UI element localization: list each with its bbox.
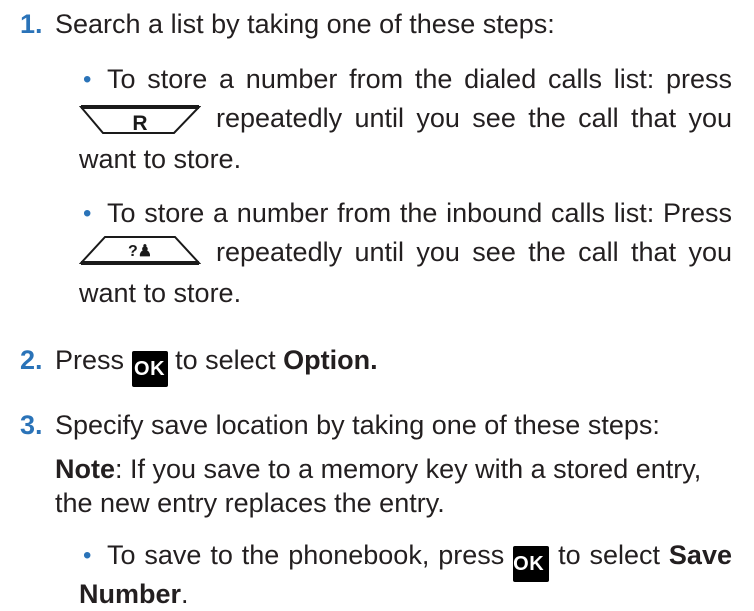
- bullet-1-2-line-2: repeatedly until you see the call that y…: [216, 237, 732, 267]
- step-number-1: 1.: [20, 9, 43, 39]
- bullet-1-2-line-1: To store a number from the inbound calls…: [107, 198, 732, 228]
- bullet-3-1-bold-2: Number: [79, 579, 182, 609]
- caller-id-key-glyph: ?♟: [128, 243, 152, 260]
- bullet-1-1-line-3: want to store.: [79, 144, 242, 174]
- bullet-1-1-line-1: To store a number from the dialed calls …: [107, 64, 732, 94]
- redial-key-label: R: [132, 112, 147, 135]
- ok-key-icon: OK: [131, 351, 168, 387]
- step-number-3: 3.: [20, 410, 43, 440]
- step-2-pre: Press: [55, 345, 125, 375]
- note-text-1: : If you save to a memory key with a sto…: [115, 454, 702, 484]
- step-2-mid: to select: [175, 345, 276, 375]
- bullet-dot: •: [83, 200, 92, 227]
- step-2-bold: Option.: [283, 345, 378, 375]
- step-3-text: Specify save location by taking one of t…: [55, 410, 660, 440]
- bullet-dot: •: [83, 66, 92, 93]
- step-1-text: Search a list by taking one of these ste…: [55, 9, 555, 39]
- bullet-3-1-pre: To save to the phonebook, press: [107, 540, 505, 570]
- step-number-2: 2.: [20, 345, 43, 375]
- bullet-3-1-end: .: [181, 579, 189, 609]
- bullet-3-1-bold-1: Save: [668, 540, 732, 570]
- note-line-2: the new entry replaces the entry.: [55, 488, 445, 518]
- note-label: Note: [55, 454, 115, 484]
- step-2-text: Press OK to select Option.: [55, 343, 378, 387]
- redial-key-icon: R: [79, 105, 201, 135]
- ok-key-icon-2: OK: [513, 546, 550, 582]
- bullet-3-1-mid: to select: [558, 540, 661, 570]
- bullet-3-1-line-1: To save to the phonebook, press OK to se…: [107, 538, 732, 582]
- bullet-3-1-line-2: Number.: [79, 577, 189, 611]
- bullet-1-2-line-3: want to store.: [79, 278, 242, 308]
- bullet-1-1-line-2: repeatedly until you see the call that y…: [216, 103, 732, 133]
- caller-id-key-icon: ?♟: [79, 236, 201, 265]
- note-line-1: Note: If you save to a memory key with a…: [55, 452, 701, 486]
- bullet-dot: •: [83, 542, 92, 569]
